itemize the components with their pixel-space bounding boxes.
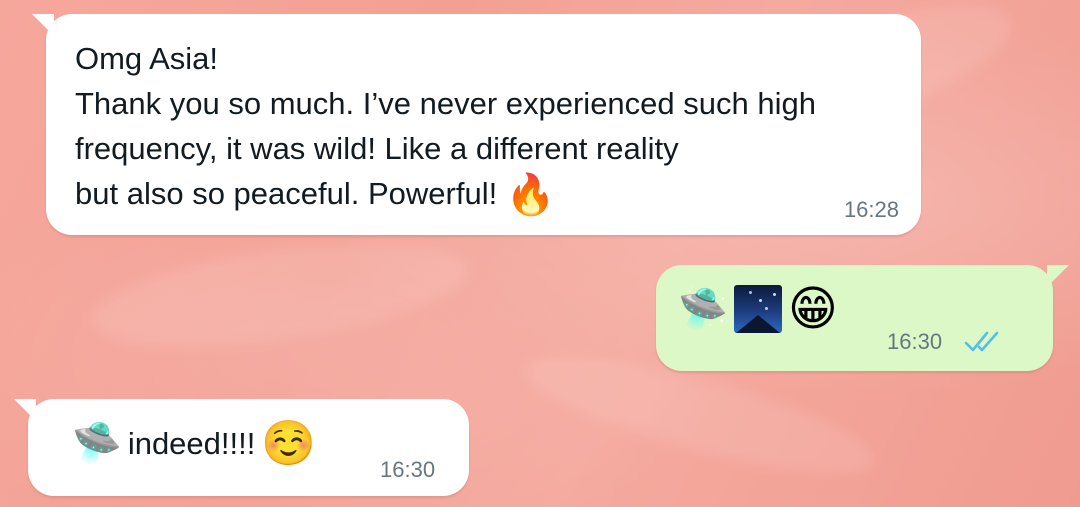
message-bubble-outgoing[interactable]: 🛸 😁 16:30 — [656, 265, 1069, 371]
message-timestamp: 16:30 — [380, 457, 436, 482]
message-body: indeed!!!! — [127, 425, 256, 461]
bubble-tail — [32, 14, 54, 36]
fire-emoji-icon: 🔥 — [505, 173, 556, 218]
flying-saucer-emoji-icon: 🛸 — [678, 286, 728, 331]
smiling-face-emoji-icon: ☺️ — [261, 419, 317, 468]
night-landscape-emoji-icon — [733, 285, 782, 333]
double-check-icon — [963, 330, 1003, 359]
message-bubble-incoming[interactable]: 🛸 indeed!!!! ☺️ 16:30 — [14, 399, 469, 496]
message-text: Omg Asia! Thank you so much. I’ve never … — [75, 36, 875, 218]
emoji-row: 🛸 😁 — [678, 285, 838, 333]
message-bubble-incoming[interactable]: Omg Asia! Thank you so much. I’ve never … — [32, 14, 921, 235]
background-texture — [85, 223, 475, 367]
message-text: 🛸 indeed!!!! ☺️ — [72, 421, 316, 466]
message-body: Omg Asia! Thank you so much. I’ve never … — [75, 41, 816, 211]
grinning-face-emoji-icon: 😁 — [787, 282, 838, 336]
bubble-tail — [1047, 265, 1069, 287]
flying-saucer-emoji-icon: 🛸 — [72, 421, 122, 465]
bubble-tail — [14, 399, 36, 421]
message-timestamp: 16:28 — [843, 197, 899, 222]
message-timestamp: 16:30 — [887, 329, 943, 354]
